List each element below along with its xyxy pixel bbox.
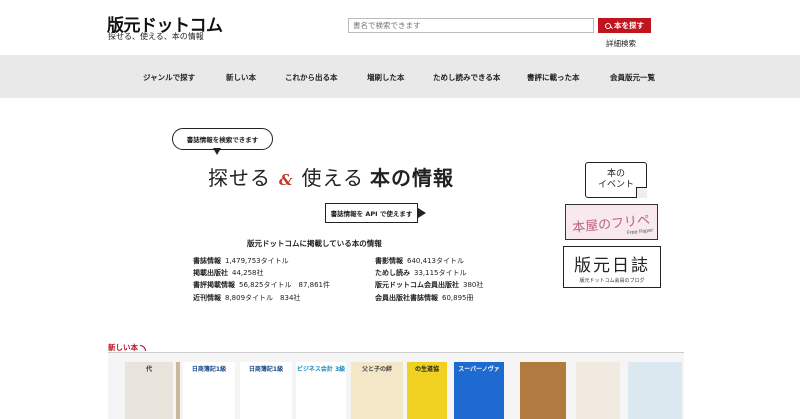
search-icon	[605, 22, 611, 29]
book-cover[interactable]: の生道協	[407, 362, 447, 419]
stat-value: 640,413タイトル	[407, 257, 464, 265]
stat-label: 掲載出版社	[193, 269, 228, 277]
nav-publishers[interactable]: 会員版元一覧	[610, 72, 655, 83]
publisher-diary-title: 版元日誌	[574, 255, 650, 276]
search-input[interactable]	[348, 18, 594, 33]
stats-title: 版元ドットコムに掲載している本の情報	[247, 239, 382, 248]
book-cover-text: ビジネス会計 3級	[296, 366, 346, 373]
stat-label: 書影情報	[375, 257, 403, 265]
book-cover[interactable]	[576, 362, 620, 419]
headline-ampersand: &	[279, 171, 294, 189]
stat-item: 近刊情報 8,809タイトル 834社	[193, 293, 300, 303]
stat-label: 近刊情報	[193, 294, 221, 302]
stat-value: 44,258社	[232, 269, 264, 277]
stat-item: 書影情報 640,413タイトル	[375, 256, 464, 266]
book-cover-text: スーパーノヴァ	[458, 366, 500, 373]
book-cover[interactable]: 日商簿記1級	[240, 362, 292, 419]
search-speech-bubble: 書誌情報を検索できます	[172, 128, 273, 150]
headline-part-b: 使える	[301, 166, 364, 190]
nav-upcoming[interactable]: これから出る本	[285, 72, 338, 83]
book-cover[interactable]: 代	[125, 362, 173, 419]
event-banner-line2: イベント	[597, 180, 634, 190]
book-cover[interactable]	[628, 362, 682, 419]
publisher-diary-banner[interactable]: 版元日誌 版元ドットコム会員のブログ	[563, 246, 661, 288]
free-paper-subtitle: Free Paper	[626, 227, 654, 237]
stat-item: 版元ドットコム会員出版社 380社	[375, 280, 483, 290]
stat-value: 8,809タイトル 834社	[225, 294, 301, 302]
stat-label: ためし読み	[375, 269, 410, 277]
nav-reviewed[interactable]: 書評に載った本	[527, 72, 580, 83]
headline-part-c: 本の情報	[369, 166, 454, 190]
event-banner-line1: 本の	[606, 169, 625, 180]
book-cover[interactable]	[520, 362, 566, 419]
free-paper-banner[interactable]: 本屋のフリペ Free Paper	[565, 204, 658, 240]
stat-value: 380社	[463, 281, 484, 289]
advanced-search-link[interactable]: 詳細検索	[606, 38, 636, 49]
stat-value: 56,825タイトル 87,861件	[239, 281, 330, 289]
nav-genre[interactable]: ジャンルで探す	[143, 72, 195, 83]
book-cover[interactable]: 日商簿記1級	[183, 362, 235, 419]
book-cover-text: 父と子の絆	[361, 366, 392, 373]
stat-item: 書評掲載情報 56,825タイトル 87,861件	[193, 280, 330, 290]
stat-value: 60,895冊	[442, 294, 474, 302]
nav-sample-reading[interactable]: ためし読みできる本	[433, 72, 500, 83]
stat-item: ためし読み 33,115タイトル	[375, 268, 467, 278]
stat-value: 33,115タイトル	[414, 269, 467, 277]
main-nav: ジャンルで探す 新しい本 これから出る本 増刷した本 ためし読みできる本 書評に…	[0, 55, 800, 98]
api-speech-bubble: 書誌情報を API で使えます	[325, 203, 426, 223]
stat-label: 会員出版社書誌情報	[375, 294, 438, 302]
nav-reprinted[interactable]: 増刷した本	[367, 72, 405, 83]
search-button[interactable]: 本を探す	[598, 18, 651, 33]
stat-item: 書誌情報 1,479,753タイトル	[193, 256, 289, 266]
stat-value: 1,479,753タイトル	[225, 257, 289, 265]
stat-label: 版元ドットコム会員出版社	[375, 281, 459, 289]
book-cover[interactable]: ビジネス会計 3級	[296, 362, 346, 419]
book-cover[interactable]: 父と子の絆	[351, 362, 403, 419]
book-cover-text: 日商簿記1級	[191, 366, 227, 373]
nav-new-books[interactable]: 新しい本	[226, 72, 256, 83]
book-cover-text: 日商簿記1級	[248, 366, 284, 373]
event-banner[interactable]: 本の イベント	[585, 162, 647, 198]
rss-icon	[140, 344, 146, 351]
stat-item: 掲載出版社 44,258社	[193, 268, 264, 278]
book-cover[interactable]: スーパーノヴァ	[454, 362, 504, 419]
publisher-diary-subtitle: 版元ドットコム会員のブログ	[579, 277, 645, 284]
book-cover-text: の生道協	[414, 366, 439, 373]
stat-item: 会員出版社書誌情報 60,895冊	[375, 293, 474, 303]
book-cover-text: 代	[145, 366, 152, 373]
book-cover[interactable]	[176, 362, 180, 419]
hero-headline: 探せる & 使える 本の情報	[208, 162, 454, 191]
stat-label: 書評掲載情報	[193, 281, 235, 289]
site-tagline: 探せる、使える、本の情報	[108, 32, 204, 41]
headline-part-a: 探せる	[208, 166, 271, 190]
search-button-label: 本を探す	[614, 21, 644, 30]
stat-label: 書誌情報	[193, 257, 221, 265]
bubble-tail	[213, 148, 221, 155]
